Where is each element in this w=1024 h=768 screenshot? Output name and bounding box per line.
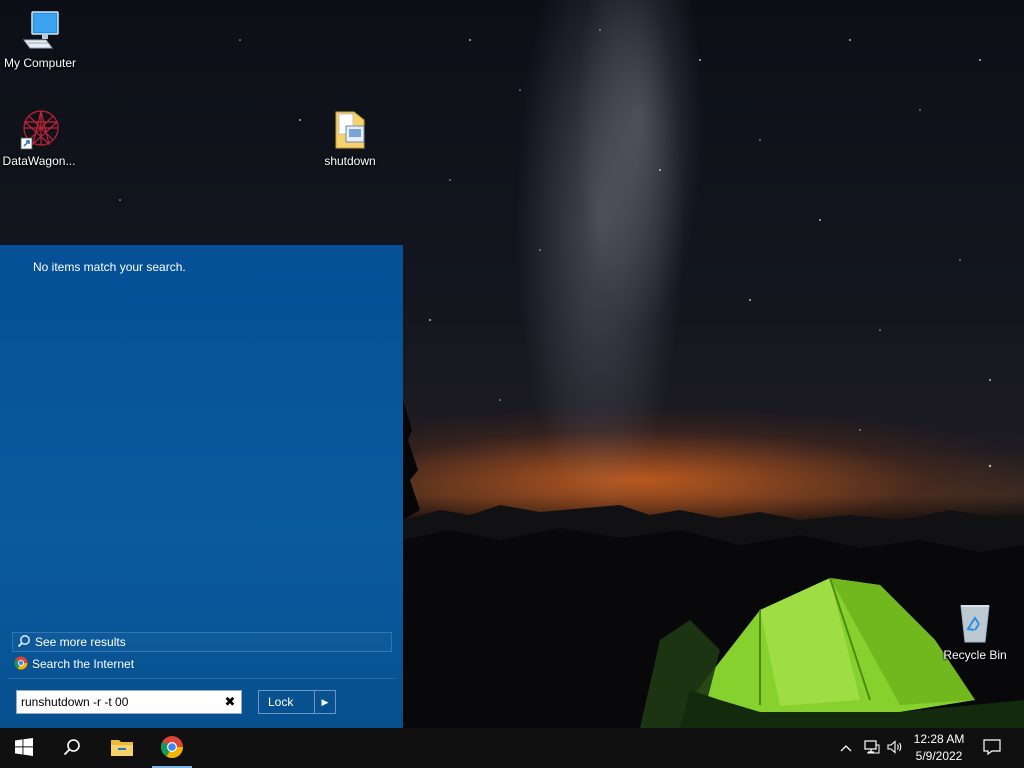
lock-button-label: Lock: [268, 695, 294, 709]
desktop-icon-shutdown[interactable]: shutdown: [310, 108, 390, 168]
action-center-button[interactable]: [978, 728, 1006, 768]
panel-divider: [8, 678, 395, 679]
desktop-icon-label: Recycle Bin: [943, 648, 1007, 662]
taskbar: 12:28 AM 5/9/2022: [0, 728, 1024, 768]
desktop-icon-datawagon[interactable]: DataWagon...: [0, 108, 79, 168]
desktop-icon-label: My Computer: [3, 56, 77, 70]
clear-search-icon[interactable]: ✖: [219, 691, 241, 713]
start-search-input[interactable]: [17, 691, 219, 713]
clock-date: 5/9/2022: [915, 749, 963, 763]
start-button[interactable]: [0, 728, 48, 768]
notification-icon: [983, 738, 1001, 758]
network-icon: [864, 739, 880, 757]
search-internet-button[interactable]: Search the Internet: [14, 655, 134, 673]
power-options-arrow-icon[interactable]: ▶: [315, 691, 335, 713]
lock-button[interactable]: Lock: [259, 691, 315, 713]
start-search-panel: No items match your search. See more res…: [0, 245, 403, 728]
speaker-icon: [887, 739, 903, 757]
taskbar-chrome-button[interactable]: [148, 728, 196, 768]
search-icon: [63, 738, 81, 759]
search-icon: [17, 634, 31, 651]
search-internet-label: Search the Internet: [32, 657, 135, 671]
clock-time: 12:28 AM: [913, 732, 965, 746]
taskbar-file-explorer-button[interactable]: [98, 728, 146, 768]
power-button-group: Lock ▶: [258, 690, 336, 714]
windows-logo-icon: [15, 737, 33, 759]
folder-icon: [330, 108, 370, 150]
computer-icon: [20, 10, 60, 52]
desktop-icon-label: DataWagon...: [2, 154, 76, 168]
network-tray-button[interactable]: [860, 728, 884, 768]
show-hidden-icons-button[interactable]: [836, 728, 856, 768]
start-search-box[interactable]: ✖: [16, 690, 242, 714]
desktop-icon-label: shutdown: [324, 154, 376, 168]
chrome-icon: [160, 735, 184, 762]
volume-tray-button[interactable]: [884, 728, 906, 768]
desktop-icon-my-computer[interactable]: My Computer: [0, 10, 80, 70]
taskbar-clock[interactable]: 12:28 AM 5/9/2022: [906, 728, 972, 768]
datawagon-shortcut-icon: [19, 108, 59, 150]
file-explorer-icon: [110, 737, 134, 760]
chevron-up-icon: [840, 741, 852, 755]
see-more-results-label: See more results: [35, 635, 126, 649]
chrome-icon: [14, 656, 28, 673]
desktop-icon-recycle-bin[interactable]: Recycle Bin: [935, 602, 1015, 662]
taskbar-search-button[interactable]: [48, 728, 96, 768]
recycle-bin-icon: [955, 602, 995, 644]
see-more-results-button[interactable]: See more results: [12, 632, 392, 652]
no-results-message: No items match your search.: [33, 260, 186, 274]
